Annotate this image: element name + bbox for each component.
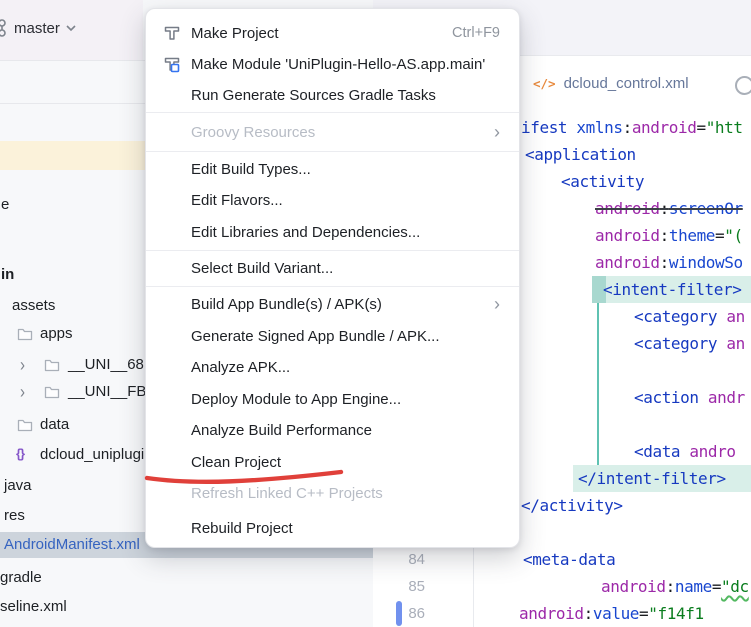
line-number: 85: [373, 573, 425, 600]
menu-item-edit-build-types[interactable]: Edit Build Types...: [151, 154, 514, 185]
menu-item-deploy-module-to-app-engine[interactable]: Deploy Module to App Engine...: [151, 384, 514, 415]
hammer-icon: [163, 24, 181, 42]
code-line: android:value="f14f1: [519, 600, 704, 627]
menu-item-analyze-build-performance[interactable]: Analyze Build Performance: [151, 415, 514, 446]
matched-tag-guide-line: [597, 303, 599, 465]
menu-item-label: Select Build Variant...: [191, 260, 333, 277]
braces-icon: {}: [16, 446, 24, 461]
menu-separator: [146, 250, 519, 251]
menu-item-rebuild-project[interactable]: Rebuild Project: [151, 513, 514, 544]
git-branch-icon: [0, 18, 8, 38]
tree-item-label: assets: [12, 293, 55, 319]
tab-options-icon[interactable]: [735, 76, 751, 95]
menu-item-label: Edit Flavors...: [191, 192, 283, 209]
menu-item-label: Generate Signed App Bundle / APK...: [191, 328, 440, 345]
menu-item-label: Groovy Resources: [191, 124, 315, 141]
menu-item-label: Edit Libraries and Dependencies...: [191, 224, 420, 241]
code-line: android:windowSo: [595, 249, 743, 276]
tree-item-label: e: [1, 192, 9, 218]
menu-item-label: Refresh Linked C++ Projects: [191, 485, 383, 502]
folder-icon: [44, 358, 60, 376]
tab-dcloud-control-xml[interactable]: </> dcloud_control.xml: [533, 68, 689, 98]
menu-item-label: Deploy Module to App Engine...: [191, 391, 401, 408]
vcs-change-marker: [396, 601, 402, 626]
menu-item-label: Edit Build Types...: [191, 161, 311, 178]
code-line: ifest xmlns:android="htt: [521, 114, 743, 141]
folder-icon: [17, 327, 33, 345]
folder-icon: [17, 418, 33, 436]
tree-item-label: in: [1, 262, 14, 288]
submenu-arrow-icon: ›: [494, 295, 500, 313]
tree-item-label: res: [4, 503, 25, 529]
android-studio-window: master einassetsapps›__UNI__68FE5›__UNI_…: [0, 0, 751, 627]
chevron-down-icon: [66, 25, 76, 32]
tab-label: dcloud_control.xml: [564, 75, 689, 92]
menu-item-label: Run Generate Sources Gradle Tasks: [191, 87, 436, 104]
tree-item-label: data: [40, 412, 69, 438]
folder-icon: [44, 385, 60, 403]
menu-item-edit-flavors[interactable]: Edit Flavors...: [151, 185, 514, 216]
menu-item-label: Analyze APK...: [191, 359, 290, 376]
menu-separator: [146, 286, 519, 287]
code-line: android:theme="(: [595, 222, 743, 249]
expand-chevron-icon[interactable]: ›: [20, 383, 25, 401]
menu-item-make-project[interactable]: Make Project Ctrl+F9: [151, 18, 514, 49]
menu-item-generate-signed-app-bundle-apk[interactable]: Generate Signed App Bundle / APK...: [151, 321, 514, 352]
build-context-menu: Make Project Ctrl+F9 Make Module 'UniPlugi…: [145, 8, 520, 548]
branch-selector[interactable]: master: [2, 18, 76, 38]
menu-item-groovy-resources: Groovy Resources ›: [151, 117, 514, 148]
menu-item-select-build-variant[interactable]: Select Build Variant...: [151, 253, 514, 284]
xml-file-icon: </>: [533, 76, 556, 91]
branch-name: master: [14, 20, 60, 37]
menu-separator: [146, 151, 519, 152]
menu-separator: [146, 112, 519, 113]
expand-chevron-icon[interactable]: ›: [20, 356, 25, 374]
hammer-module-icon: [163, 55, 181, 73]
line-number: 84: [373, 546, 425, 573]
menu-shortcut: Ctrl+F9: [452, 25, 500, 41]
menu-item-label: Analyze Build Performance: [191, 422, 372, 439]
code-line: </intent-filter>: [578, 465, 726, 492]
menu-item-label: Rebuild Project: [191, 520, 293, 537]
menu-item-build-app-bundle-s-apk-s[interactable]: Build App Bundle(s) / APK(s) ›: [151, 289, 514, 320]
code-line: </activity>: [521, 492, 623, 519]
code-line: <activity: [561, 168, 644, 195]
tree-item-label: seline.xml: [0, 594, 67, 620]
code-line: <application: [525, 141, 636, 168]
code-line: <meta-data: [523, 546, 615, 573]
code-line: <category an: [634, 330, 745, 357]
code-line: android:screenOr: [595, 195, 743, 222]
code-line: <data andro: [634, 438, 736, 465]
tree-item-label: java: [4, 473, 32, 499]
menu-item-refresh-linked-c-projects: Refresh Linked C++ Projects: [151, 478, 514, 509]
menu-item-edit-libraries-and-dependencies[interactable]: Edit Libraries and Dependencies...: [151, 217, 514, 248]
tree-item-label: dcloud_uniplugin: [40, 442, 153, 468]
code-line: <category an: [634, 303, 745, 330]
tree-item-label: gradle: [0, 565, 42, 591]
tree-item-label: apps: [40, 321, 73, 347]
vcs-toolbar: master: [0, 0, 143, 60]
menu-item-make-module-uniplugin-hello-as-app-main[interactable]: Make Module 'UniPlugin-Hello-AS.app.main…: [151, 49, 514, 80]
menu-item-label: Make Project: [191, 25, 279, 42]
code-line: <intent-filter>: [603, 276, 742, 303]
code-line: android:name="dc: [601, 573, 749, 600]
code-line: <action andr: [634, 384, 745, 411]
menu-item-label: Make Module 'UniPlugin-Hello-AS.app.main…: [191, 56, 485, 73]
menu-item-analyze-apk[interactable]: Analyze APK...: [151, 352, 514, 383]
submenu-arrow-icon: ›: [494, 123, 500, 141]
menu-item-clean-project[interactable]: Clean Project: [151, 447, 514, 478]
menu-item-label: Build App Bundle(s) / APK(s): [191, 296, 382, 313]
menu-item-label: Clean Project: [191, 454, 281, 471]
menu-item-run-generate-sources-gradle-tasks[interactable]: Run Generate Sources Gradle Tasks: [151, 80, 514, 111]
tree-item-label: AndroidManifest.xml: [4, 532, 140, 558]
